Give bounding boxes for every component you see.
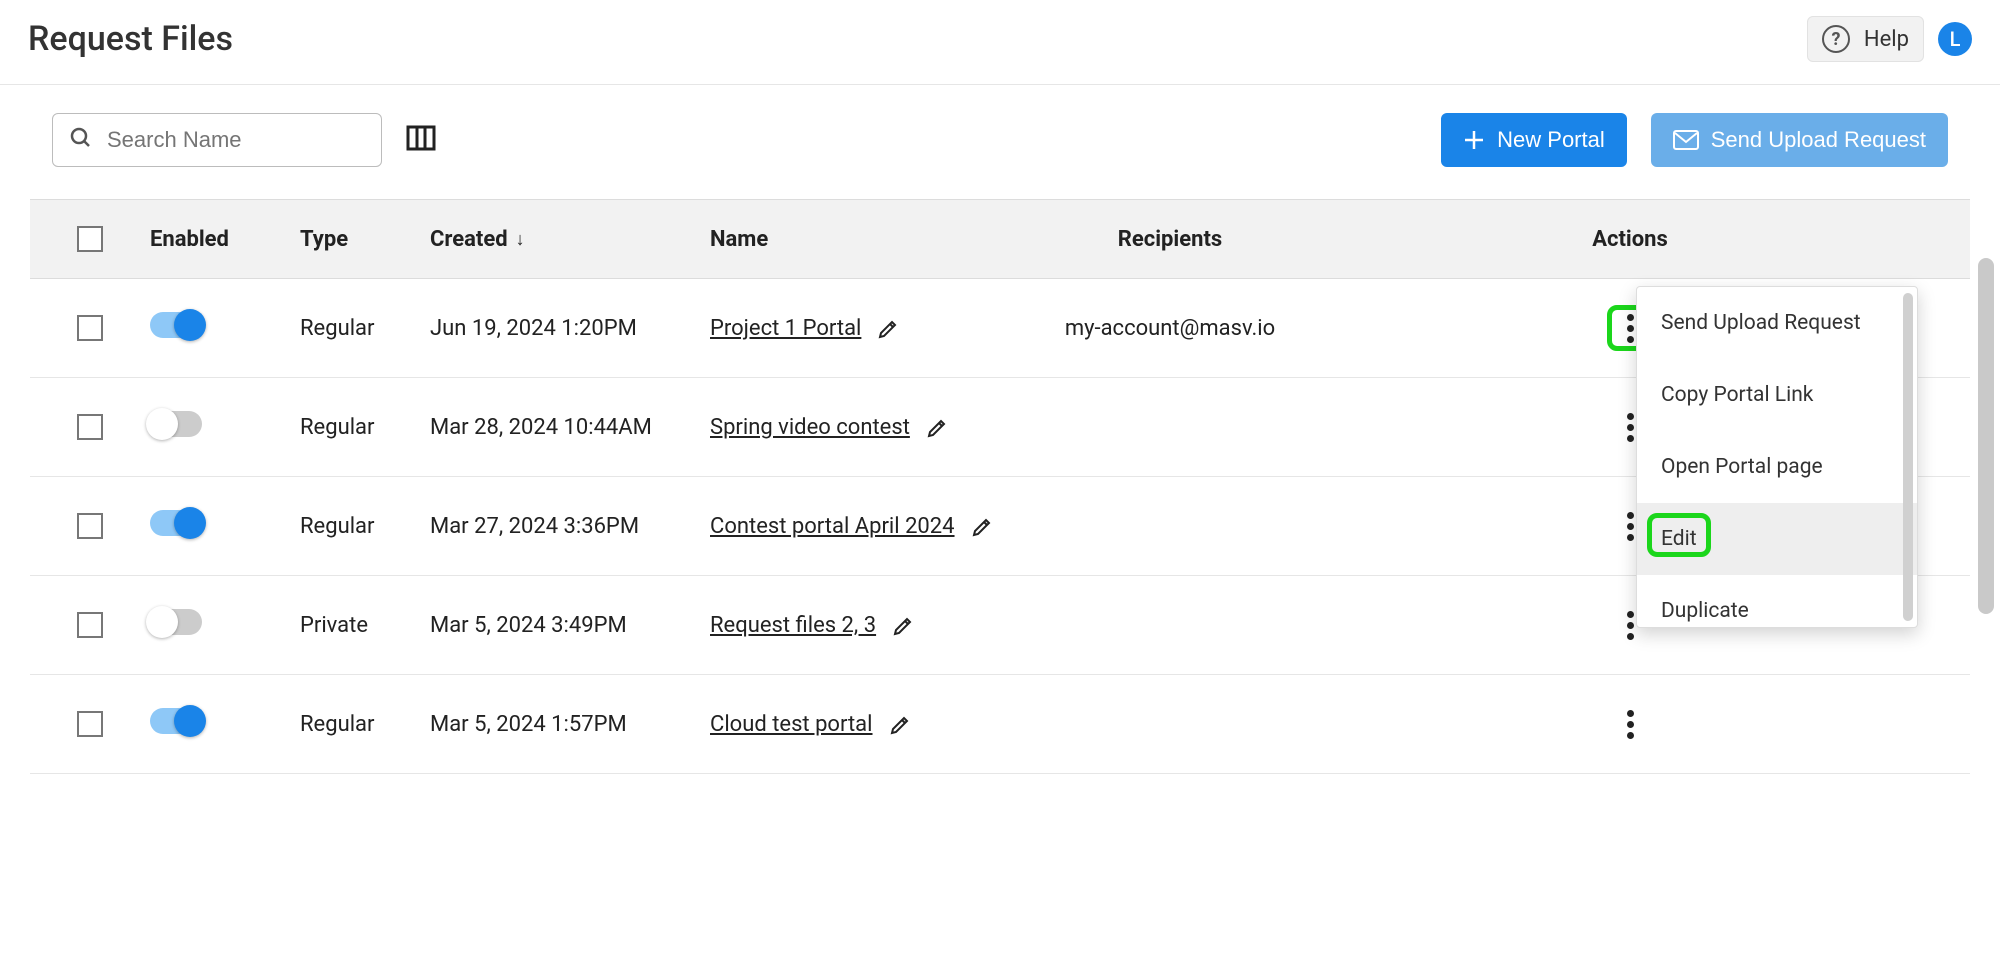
pencil-icon[interactable] xyxy=(971,516,993,538)
enabled-toggle[interactable] xyxy=(150,609,202,635)
search-input[interactable] xyxy=(107,127,395,153)
columns-icon[interactable] xyxy=(406,125,436,155)
row-actions-menu: Send Upload Request Copy Portal Link Ope… xyxy=(1636,286,1918,628)
table-header: Enabled Type Created ↓ Name Recipients A… xyxy=(30,200,1970,279)
menu-copy-portal-link[interactable]: Copy Portal Link xyxy=(1637,359,1917,431)
col-actions: Actions xyxy=(1320,227,1970,252)
col-name[interactable]: Name xyxy=(710,227,1020,252)
avatar[interactable]: L xyxy=(1938,22,1972,56)
toolbar: New Portal Send Upload Request xyxy=(0,85,2000,185)
plus-icon xyxy=(1463,129,1485,151)
portals-table: Enabled Type Created ↓ Name Recipients A… xyxy=(30,199,1970,774)
enabled-toggle[interactable] xyxy=(150,510,202,536)
created-cell: Mar 27, 2024 3:36PM xyxy=(430,514,710,539)
menu-scrollbar[interactable] xyxy=(1903,293,1913,621)
col-created[interactable]: Created ↓ xyxy=(430,227,710,252)
type-cell: Private xyxy=(300,613,430,638)
created-cell: Mar 28, 2024 10:44AM xyxy=(430,415,710,440)
sort-descending-icon: ↓ xyxy=(516,229,525,250)
created-cell: Jun 19, 2024 1:20PM xyxy=(430,316,710,341)
portal-name-link[interactable]: Contest portal April 2024 xyxy=(710,514,955,539)
app-header: Request Files ? Help L xyxy=(0,0,2000,85)
help-icon: ? xyxy=(1822,25,1850,53)
portal-name-link[interactable]: Request files 2, 3 xyxy=(710,613,876,638)
page-title: Request Files xyxy=(28,19,233,59)
type-cell: Regular xyxy=(300,514,430,539)
type-cell: Regular xyxy=(300,712,430,737)
pencil-icon[interactable] xyxy=(877,318,899,340)
table-row: RegularMar 5, 2024 1:57PMCloud test port… xyxy=(30,675,1970,774)
pencil-icon[interactable] xyxy=(892,615,914,637)
type-cell: Regular xyxy=(300,316,430,341)
created-cell: Mar 5, 2024 3:49PM xyxy=(430,613,710,638)
menu-send-upload-request[interactable]: Send Upload Request xyxy=(1637,287,1917,359)
search-box[interactable] xyxy=(52,113,382,167)
row-checkbox[interactable] xyxy=(77,711,103,737)
pencil-icon[interactable] xyxy=(926,417,948,439)
help-label: Help xyxy=(1864,27,1909,52)
select-all-checkbox[interactable] xyxy=(77,226,103,252)
type-cell: Regular xyxy=(300,415,430,440)
enabled-toggle[interactable] xyxy=(150,411,202,437)
col-type[interactable]: Type xyxy=(300,227,430,252)
row-checkbox[interactable] xyxy=(77,513,103,539)
row-checkbox[interactable] xyxy=(77,414,103,440)
enabled-toggle[interactable] xyxy=(150,312,202,338)
search-icon xyxy=(69,126,93,154)
send-upload-request-button[interactable]: Send Upload Request xyxy=(1651,113,1948,167)
help-button[interactable]: ? Help xyxy=(1807,16,1924,62)
row-checkbox[interactable] xyxy=(77,315,103,341)
mail-icon xyxy=(1673,130,1699,150)
menu-duplicate[interactable]: Duplicate xyxy=(1637,575,1917,627)
portal-name-link[interactable]: Cloud test portal xyxy=(710,712,873,737)
col-recipients[interactable]: Recipients xyxy=(1020,227,1320,252)
col-enabled[interactable]: Enabled xyxy=(150,227,300,252)
row-checkbox[interactable] xyxy=(77,612,103,638)
pencil-icon[interactable] xyxy=(889,714,911,736)
portal-name-link[interactable]: Spring video contest xyxy=(710,415,910,440)
menu-open-portal-page[interactable]: Open Portal page xyxy=(1637,431,1917,503)
page-scrollbar[interactable] xyxy=(1978,258,1994,614)
menu-edit[interactable]: Edit xyxy=(1637,503,1917,575)
new-portal-button[interactable]: New Portal xyxy=(1441,113,1627,167)
recipients-cell: my-account@masv.io xyxy=(1020,316,1320,341)
created-cell: Mar 5, 2024 1:57PM xyxy=(430,712,710,737)
new-portal-label: New Portal xyxy=(1497,127,1605,153)
send-upload-label: Send Upload Request xyxy=(1711,127,1926,153)
enabled-toggle[interactable] xyxy=(150,708,202,734)
row-actions-button[interactable] xyxy=(1607,701,1653,747)
portal-name-link[interactable]: Project 1 Portal xyxy=(710,316,861,341)
